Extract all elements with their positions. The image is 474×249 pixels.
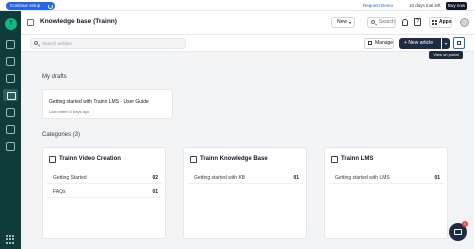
- category-row-count: 01: [434, 175, 440, 181]
- help-icon[interactable]: ?: [414, 18, 421, 26]
- chat-unread-badge: 1: [462, 221, 468, 227]
- category-row-label: Getting Started: [53, 175, 87, 181]
- category-row[interactable]: Getting started with KB 01: [188, 172, 303, 184]
- sidebar-settings-icon[interactable]: [6, 142, 15, 151]
- sidebar-courses-icon[interactable]: [6, 74, 15, 83]
- sidebar-knowledge-base-icon[interactable]: [3, 89, 18, 101]
- request-demo-link[interactable]: Request Demo: [363, 2, 393, 10]
- drafts-heading: My drafts: [42, 74, 67, 80]
- apps-label: Apps: [439, 19, 452, 25]
- apps-grid-icon: [432, 20, 437, 25]
- toggle-panel-icon[interactable]: [27, 19, 34, 26]
- draft-meta: Last edited 4 days ago: [49, 109, 90, 114]
- top-strip: Continue setup Request Demo 10 days tria…: [0, 0, 474, 11]
- sidebar: T: [0, 11, 21, 249]
- view-on-portal-tooltip: View on portal: [429, 51, 463, 59]
- new-article-button[interactable]: + New article: [399, 38, 441, 49]
- category-row-label: Getting started with KB: [194, 175, 246, 181]
- global-search-label: Search: [379, 19, 395, 25]
- page-title: Knowledge base (Trainn): [40, 18, 117, 25]
- category-card-lms[interactable]: Trainn LMS Getting started with LMS 01: [324, 147, 448, 239]
- category-row-label: FAQs: [53, 189, 66, 195]
- chevron-down-icon: ▾: [348, 20, 351, 25]
- category-row-count: 02: [152, 175, 158, 181]
- continue-setup-label: Continue setup: [10, 3, 41, 8]
- category-title: Trainn Knowledge Base: [200, 156, 268, 162]
- categories-heading: Categories (3): [42, 132, 81, 138]
- toolbar: Search articles Manage + New article ▾: [21, 35, 474, 52]
- category-card-video-creation[interactable]: Trainn Video Creation Getting Started 02…: [42, 147, 166, 239]
- draft-title: Getting started with Trainn LMS - User G…: [49, 99, 149, 105]
- new-dropdown[interactable]: New ▾: [331, 17, 355, 28]
- sidebar-videos-icon[interactable]: [6, 57, 15, 66]
- header: Knowledge base (Trainn) New ▾ Search ? A…: [21, 11, 474, 35]
- search-articles-input[interactable]: Search articles: [30, 38, 186, 49]
- folder-icon: [190, 156, 197, 163]
- search-icon: [371, 20, 375, 24]
- manage-label: Manage: [375, 40, 394, 46]
- app-switcher-icon[interactable]: [6, 235, 15, 244]
- draft-card[interactable]: Getting started with Trainn LMS - User G…: [42, 89, 173, 119]
- avatar[interactable]: [460, 18, 469, 27]
- continue-setup-button[interactable]: Continue setup: [6, 2, 55, 10]
- chat-bubble-icon: [454, 229, 462, 235]
- edit-icon: [368, 41, 372, 45]
- notification-bell-icon[interactable]: [402, 19, 408, 26]
- search-articles-placeholder: Search articles: [42, 41, 72, 46]
- search-icon: [34, 41, 38, 45]
- trial-status: 10 days trial left: [409, 3, 441, 8]
- manage-button[interactable]: Manage: [364, 38, 394, 49]
- category-row-count: 01: [293, 175, 299, 181]
- new-article-dropdown-button[interactable]: ▾: [442, 38, 450, 49]
- category-row-count: 01: [152, 189, 158, 195]
- sidebar-home-icon[interactable]: [6, 40, 15, 49]
- category-row[interactable]: Getting Started 02: [47, 172, 162, 184]
- buy-now-button[interactable]: Buy now: [446, 2, 467, 10]
- progress-spinner-icon: [48, 3, 53, 9]
- category-row[interactable]: Getting started with LMS 01: [329, 172, 444, 184]
- external-link-icon: [457, 41, 461, 45]
- apps-button[interactable]: Apps: [429, 17, 452, 28]
- category-row-label: Getting started with LMS: [335, 175, 390, 181]
- new-dropdown-label: New: [337, 19, 348, 25]
- new-article-label: New article: [408, 40, 434, 46]
- category-title: Trainn LMS: [341, 156, 374, 162]
- folder-icon: [49, 156, 56, 163]
- global-search[interactable]: Search: [367, 17, 396, 28]
- trainn-logo-icon[interactable]: T: [5, 18, 17, 30]
- view-on-portal-button[interactable]: [453, 37, 465, 49]
- folder-icon: [331, 156, 338, 163]
- category-title: Trainn Video Creation: [59, 156, 121, 162]
- category-row[interactable]: FAQs 01: [47, 186, 162, 198]
- category-card-knowledge-base[interactable]: Trainn Knowledge Base Getting started wi…: [183, 147, 307, 239]
- sidebar-users-icon[interactable]: [6, 125, 15, 134]
- sidebar-chat-icon[interactable]: [6, 108, 15, 117]
